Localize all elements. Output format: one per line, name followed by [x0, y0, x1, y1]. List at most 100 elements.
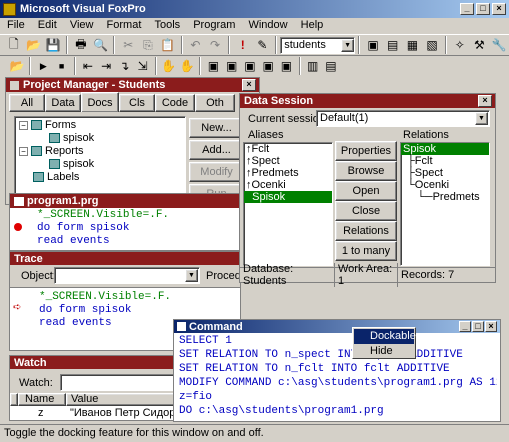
- database-combo[interactable]: students ▼: [280, 36, 356, 54]
- tools-icon[interactable]: 🔧: [489, 35, 509, 55]
- relation-item[interactable]: └Ocenki: [401, 179, 489, 191]
- menu-item-dockable[interactable]: Dockable: [354, 329, 416, 344]
- relations-tree[interactable]: Spisok ├Fclt ├Spect └Ocenki └─Predmets: [400, 142, 490, 266]
- tree-node-reports[interactable]: − Reports: [19, 145, 84, 157]
- close-icon[interactable]: ×: [485, 321, 497, 332]
- run-icon[interactable]: !: [233, 35, 253, 55]
- table-row[interactable]: z "Иванов Петр Сидорович: [10, 406, 178, 420]
- tab-cls[interactable]: Cls: [119, 94, 155, 112]
- program-code[interactable]: *_SCREEN.Visible=.F. do form spisok read…: [37, 209, 169, 248]
- modify-button[interactable]: Modify: [189, 162, 244, 182]
- open-icon[interactable]: 📂: [8, 56, 26, 76]
- open-button[interactable]: Open: [335, 181, 397, 201]
- alias-item-selected[interactable]: Spisok: [244, 191, 332, 203]
- form-designer-icon[interactable]: ▦: [403, 35, 423, 55]
- builder-icon[interactable]: ⚒: [470, 35, 490, 55]
- menu-edit[interactable]: Edit: [33, 17, 62, 34]
- breakpoint-icon[interactable]: [14, 223, 22, 231]
- stop-icon[interactable]: ■: [53, 56, 71, 76]
- collapse-icon[interactable]: −: [19, 146, 28, 156]
- tab-code[interactable]: Code: [155, 94, 195, 112]
- app-titlebar[interactable]: Microsoft Visual FoxPro: [0, 0, 509, 18]
- view-window-icon[interactable]: ▤: [383, 35, 403, 55]
- watch-input[interactable]: [60, 374, 178, 391]
- close-icon[interactable]: ×: [242, 79, 256, 91]
- toggle-breakpoint-icon[interactable]: ✋: [160, 56, 178, 76]
- step-into-icon[interactable]: ↴: [115, 56, 133, 76]
- close-icon[interactable]: ×: [492, 3, 506, 15]
- relation-root[interactable]: Spisok: [401, 143, 489, 155]
- maximize-icon[interactable]: □: [476, 3, 490, 15]
- object-combo[interactable]: ▼: [54, 267, 200, 284]
- command-window-icon[interactable]: ▣: [363, 35, 383, 55]
- close-icon[interactable]: ×: [478, 95, 492, 107]
- report-designer-icon[interactable]: ▧: [422, 35, 442, 55]
- step-over-icon[interactable]: ⇥: [97, 56, 115, 76]
- save-icon[interactable]: 💾: [43, 35, 63, 55]
- run-to-cursor-icon[interactable]: ⇲: [134, 56, 152, 76]
- alias-item[interactable]: ↑Fclt: [244, 143, 332, 155]
- open-folder-icon[interactable]: 📂: [24, 35, 44, 55]
- tree-node-labels[interactable]: Labels: [33, 171, 79, 183]
- menu-help[interactable]: Help: [296, 17, 329, 34]
- close-button[interactable]: Close: [335, 201, 397, 221]
- undo-icon[interactable]: ↶: [186, 35, 206, 55]
- maximize-icon[interactable]: □: [472, 321, 484, 332]
- preview-icon[interactable]: 🔍: [91, 35, 111, 55]
- cut-icon[interactable]: ✂: [118, 35, 138, 55]
- step-out-icon[interactable]: ⇤: [79, 56, 97, 76]
- resume-icon[interactable]: ▶: [34, 56, 52, 76]
- collapse-icon[interactable]: −: [19, 120, 28, 130]
- trace-titlebar[interactable]: Trace: [10, 252, 240, 265]
- minimize-icon[interactable]: _: [460, 3, 474, 15]
- redo-icon[interactable]: ↷: [205, 35, 225, 55]
- relation-item[interactable]: ├Fclt: [401, 155, 489, 167]
- tab-docs[interactable]: Docs: [81, 92, 119, 112]
- print-icon[interactable]: 🖶: [71, 35, 91, 55]
- callstack-window-icon[interactable]: ▣: [277, 56, 295, 76]
- menu-window[interactable]: Window: [243, 17, 292, 34]
- chevron-down-icon[interactable]: ▼: [341, 38, 355, 52]
- add-button[interactable]: Add...: [189, 140, 244, 160]
- program-window-titlebar[interactable]: program1.prg: [10, 194, 241, 208]
- paste-icon[interactable]: 📋: [158, 35, 178, 55]
- alias-item[interactable]: ↑Spect: [244, 155, 332, 167]
- relations-button[interactable]: Relations: [335, 221, 397, 241]
- alias-item[interactable]: ↑Ocenki: [244, 179, 332, 191]
- chevron-down-icon[interactable]: ▼: [185, 269, 198, 282]
- locals-window-icon[interactable]: ▣: [241, 56, 259, 76]
- properties-button[interactable]: Properties: [335, 141, 397, 161]
- menu-item-hide[interactable]: Hide: [354, 344, 414, 358]
- watch-window-icon[interactable]: ▣: [223, 56, 241, 76]
- menu-format[interactable]: Format: [102, 17, 147, 34]
- menu-tools[interactable]: Tools: [149, 17, 185, 34]
- toggle-logging-icon[interactable]: ▥: [304, 56, 322, 76]
- chevron-down-icon[interactable]: ▼: [475, 112, 488, 125]
- coverage-icon[interactable]: ▤: [322, 56, 340, 76]
- aliases-list[interactable]: ↑Fclt ↑Spect ↑Predmets ↑Ocenki Spisok: [243, 142, 333, 266]
- command-text[interactable]: SELECT 1 SET RELATION TO n_spect INTO sp…: [179, 334, 497, 418]
- project-manager-titlebar[interactable]: Project Manager - Students: [6, 78, 259, 92]
- wizard-icon[interactable]: ✧: [450, 35, 470, 55]
- watch-titlebar[interactable]: Watch: [10, 356, 178, 369]
- copy-icon[interactable]: ⎘: [138, 35, 158, 55]
- menu-file[interactable]: File: [2, 17, 30, 34]
- relation-item[interactable]: ├Spect: [401, 167, 489, 179]
- browse-button[interactable]: Browse: [335, 161, 397, 181]
- clear-breakpoints-icon[interactable]: ✋: [178, 56, 196, 76]
- data-session-titlebar[interactable]: Data Session: [240, 94, 495, 108]
- command-titlebar[interactable]: Command: [174, 320, 500, 333]
- tab-data[interactable]: Data: [45, 94, 81, 112]
- column-name[interactable]: Name: [18, 393, 66, 406]
- column-value[interactable]: Value: [66, 393, 178, 406]
- tree-node-report-spisok[interactable]: spisok: [49, 158, 94, 170]
- tab-all[interactable]: All: [9, 94, 45, 112]
- tree-node-form-spisok[interactable]: spisok: [49, 132, 94, 144]
- menu-view[interactable]: View: [65, 17, 99, 34]
- alias-item[interactable]: ↑Predmets: [244, 167, 332, 179]
- modify-icon[interactable]: ✎: [253, 35, 273, 55]
- one-to-many-button[interactable]: 1 to many: [335, 241, 397, 261]
- tab-oth[interactable]: Oth: [195, 94, 235, 112]
- relation-item[interactable]: └─Predmets: [401, 191, 489, 203]
- tree-node-forms[interactable]: − Forms: [19, 119, 76, 131]
